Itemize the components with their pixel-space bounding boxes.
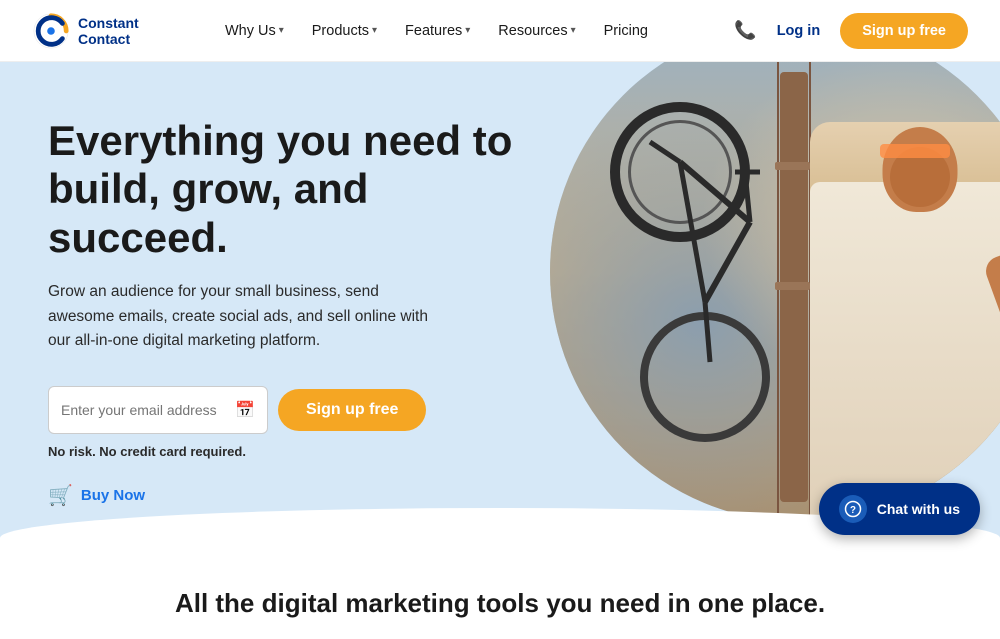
- no-risk-text: No risk. No credit card required.: [48, 444, 548, 459]
- buy-now-link[interactable]: 🛒 Buy Now: [48, 483, 548, 508]
- question-icon: ?: [844, 500, 862, 518]
- buy-now-label: Buy Now: [81, 487, 145, 504]
- logo-icon: [32, 12, 70, 50]
- logo[interactable]: Constant Contact: [32, 12, 139, 50]
- phone-icon[interactable]: 📞: [734, 20, 756, 41]
- email-input[interactable]: [61, 402, 221, 418]
- chevron-down-icon: ▾: [465, 25, 470, 36]
- header-signup-button[interactable]: Sign up free: [840, 13, 968, 49]
- chevron-down-icon: ▾: [279, 25, 284, 36]
- nav-pricing[interactable]: Pricing: [592, 15, 660, 47]
- login-button[interactable]: Log in: [773, 17, 825, 45]
- person-body: [810, 122, 1000, 522]
- chevron-down-icon: ▾: [372, 25, 377, 36]
- hero-title: Everything you need to build, grow, and …: [48, 117, 548, 262]
- bottom-title: All the digital marketing tools you need…: [48, 588, 952, 619]
- nav-why-us[interactable]: Why Us ▾: [213, 15, 296, 47]
- email-input-wrap: 📅: [48, 386, 268, 434]
- calendar-icon: 📅: [235, 400, 255, 420]
- hero-subtitle: Grow an audience for your small business…: [48, 280, 428, 354]
- email-signup-row: 📅 Sign up free: [48, 386, 548, 434]
- cart-icon: 🛒: [48, 483, 73, 508]
- hero-signup-button[interactable]: Sign up free: [278, 389, 426, 431]
- svg-text:?: ?: [850, 505, 856, 516]
- logo-text: Constant Contact: [78, 15, 139, 47]
- header: Constant Contact Why Us ▾ Products ▾ Fea…: [0, 0, 1000, 62]
- chevron-down-icon: ▾: [571, 25, 576, 36]
- chat-icon: ?: [839, 495, 867, 523]
- bottom-section: All the digital marketing tools you need…: [0, 548, 1000, 639]
- hero-circle: [550, 62, 1000, 522]
- nav-resources[interactable]: Resources ▾: [486, 15, 587, 47]
- hero-section: Everything you need to build, grow, and …: [0, 62, 1000, 548]
- header-right: 📞 Log in Sign up free: [734, 13, 968, 49]
- nav-products[interactable]: Products ▾: [300, 15, 389, 47]
- hero-content: Everything you need to build, grow, and …: [48, 117, 548, 508]
- chat-widget[interactable]: ? Chat with us: [819, 483, 980, 535]
- chat-label: Chat with us: [877, 501, 960, 517]
- nav-features[interactable]: Features ▾: [393, 15, 482, 47]
- main-nav: Why Us ▾ Products ▾ Features ▾ Resources…: [213, 15, 660, 47]
